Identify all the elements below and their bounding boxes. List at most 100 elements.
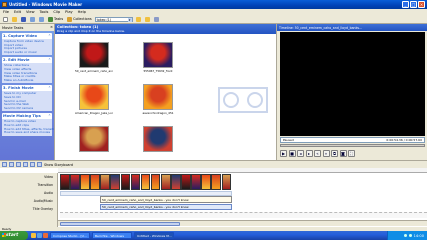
window-titlebar[interactable]: Untitled - Windows Movie Maker _ □ ×	[0, 0, 427, 9]
next-frame-button[interactable]: ▸	[305, 149, 313, 157]
save-project-button[interactable]	[20, 16, 27, 23]
chevron-up-icon[interactable]: ⌃	[48, 113, 51, 119]
video-clip-frame[interactable]	[221, 174, 232, 190]
video-clip-frame[interactable]	[201, 174, 211, 190]
collections-toggle-button[interactable]: Collections	[66, 16, 93, 23]
track-labels: Video Transition Audio Audio/Music Title…	[0, 173, 58, 227]
video-clip-frame[interactable]	[150, 174, 161, 190]
zoom-out-icon[interactable]	[9, 162, 14, 167]
snapshot-button[interactable]: ◙	[339, 149, 347, 157]
scrollbar-thumb[interactable]	[60, 222, 180, 226]
open-project-button[interactable]	[11, 16, 18, 23]
timeline-scrollbar[interactable]	[58, 220, 427, 226]
video-clip-frame[interactable]	[191, 174, 201, 190]
redo-button[interactable]	[38, 16, 45, 23]
chevron-up-icon[interactable]: ⌃	[48, 85, 51, 91]
quick-launch-icon[interactable]	[43, 233, 48, 238]
forward-button[interactable]: »	[322, 149, 330, 157]
view-options-button[interactable]	[153, 16, 160, 23]
narrate-icon[interactable]	[30, 162, 35, 167]
clip-thumbnail[interactable]	[75, 126, 113, 153]
menu-help[interactable]: Help	[78, 10, 86, 14]
video-clip-frame[interactable]	[100, 174, 110, 190]
video-clip-frame[interactable]	[70, 174, 80, 190]
seek-bar[interactable]	[280, 144, 425, 147]
tray-icon[interactable]	[403, 234, 407, 237]
chevron-down-icon: ▾	[127, 17, 132, 22]
zoom-in-icon[interactable]	[2, 162, 7, 167]
maximize-button[interactable]: □	[410, 1, 417, 8]
close-button[interactable]: ×	[418, 1, 425, 8]
tray-icon[interactable]	[408, 234, 412, 237]
clip-thumbnail[interactable]: 555967_75632_front	[139, 42, 177, 73]
quick-launch-icon[interactable]	[31, 233, 36, 238]
taskbar-item-active[interactable]: Untitled - Windows M...	[134, 232, 174, 239]
stop-button[interactable]: ■	[288, 149, 296, 157]
video-clip-frame[interactable]	[171, 174, 181, 190]
task-group-title[interactable]: 1. Capture Video ⌃	[2, 33, 52, 39]
menu-clip[interactable]: Clip	[53, 10, 60, 14]
menu-play[interactable]: Play	[65, 10, 73, 14]
audio-levels-icon[interactable]	[37, 162, 42, 167]
task-group-title[interactable]: Movie Making Tips ⌃	[2, 113, 52, 120]
undo-button[interactable]	[29, 16, 36, 23]
video-clip-frame[interactable]	[110, 174, 121, 190]
preview-monitor: Timeline: 50_cent_eminem_caho_and_lloyd_…	[276, 24, 427, 160]
rewind-button[interactable]: «	[314, 149, 321, 157]
show-storyboard-button[interactable]: Show Storyboard	[44, 163, 73, 167]
menu-edit[interactable]: Edit	[14, 10, 21, 14]
quick-launch	[31, 233, 48, 238]
clip-thumbnail[interactable]: 50_cent_eminem_caho_and...	[75, 42, 113, 73]
video-clip-frame[interactable]	[60, 174, 70, 190]
clip-thumbnail[interactable]: aavenchindragon_451	[139, 84, 177, 115]
play-timeline-icon[interactable]	[23, 162, 28, 167]
music-clip[interactable]: 50_cent_eminem_caho_and_lloyd_banks - yo…	[100, 204, 232, 210]
start-button[interactable]: start	[0, 231, 28, 240]
taskbar-item[interactable]: Compose Studio - [U...	[50, 232, 90, 239]
audio-clip[interactable]: 50_cent_eminem_caho_and_lloyd_banks - yo…	[100, 196, 232, 203]
title-overlay-track[interactable]	[60, 212, 427, 218]
collection-dropdown-value: tokeo (1)	[96, 17, 112, 22]
task-link[interactable]: Import audio or music	[4, 50, 50, 55]
task-group-title[interactable]: 3. Finish Movie ⌃	[2, 85, 52, 92]
menu-view[interactable]: View	[26, 10, 35, 14]
tasks-toggle-button[interactable]: Tasks	[47, 16, 64, 23]
video-clip-frame[interactable]	[211, 174, 221, 190]
play-button[interactable]: ▶	[280, 149, 287, 157]
fullscreen-button[interactable]: ⛶	[348, 149, 355, 157]
up-folder-button[interactable]	[135, 16, 142, 23]
rewind-timeline-icon[interactable]	[16, 162, 21, 167]
movie-maker-icon	[2, 2, 7, 7]
chevron-up-icon[interactable]: ⌃	[48, 33, 51, 39]
task-link[interactable]: Make an AutoMovie	[4, 78, 50, 83]
video-clip-frame[interactable]	[90, 174, 100, 190]
menu-tools[interactable]: Tools	[40, 10, 49, 14]
preview-screen[interactable]	[280, 32, 425, 136]
quick-launch-icon[interactable]	[37, 233, 42, 238]
close-pane-icon[interactable]: ×	[50, 25, 53, 29]
clip-thumbnail[interactable]	[139, 126, 177, 153]
clip-thumbnail[interactable]: American_Dragon_Jake_Long...	[75, 84, 113, 115]
task-group-title[interactable]: 2. Edit Movie ⌃	[2, 57, 52, 64]
new-folder-button[interactable]	[144, 16, 151, 23]
task-link[interactable]: How to save and share movies	[4, 130, 50, 135]
task-link[interactable]: Send to DV camera	[4, 106, 50, 111]
clip-image	[143, 42, 173, 68]
video-clip-frame[interactable]	[181, 174, 191, 190]
timeline-ruler[interactable]	[58, 168, 427, 173]
task-group-edit: 2. Edit Movie ⌃ Show collections View vid…	[2, 57, 52, 84]
video-clip-frame[interactable]	[140, 174, 151, 190]
menu-file[interactable]: File	[3, 10, 9, 14]
video-clip-frame[interactable]	[120, 174, 131, 190]
new-project-button[interactable]	[2, 16, 9, 23]
taskbar-item[interactable]: Berichte - Windows	[92, 232, 132, 239]
previous-frame-button[interactable]: ◂	[297, 149, 304, 157]
video-clip-frame[interactable]	[160, 174, 171, 190]
video-clip-frame[interactable]	[80, 174, 90, 190]
collection-dropdown[interactable]: tokeo (1) ▾	[94, 16, 133, 22]
chevron-up-icon[interactable]: ⌃	[48, 57, 51, 63]
split-clip-button[interactable]: ⧉	[331, 149, 338, 157]
minimize-button[interactable]: _	[402, 1, 409, 8]
video-clip-frame[interactable]	[130, 174, 141, 190]
track-label-video[interactable]: Video	[0, 173, 57, 181]
